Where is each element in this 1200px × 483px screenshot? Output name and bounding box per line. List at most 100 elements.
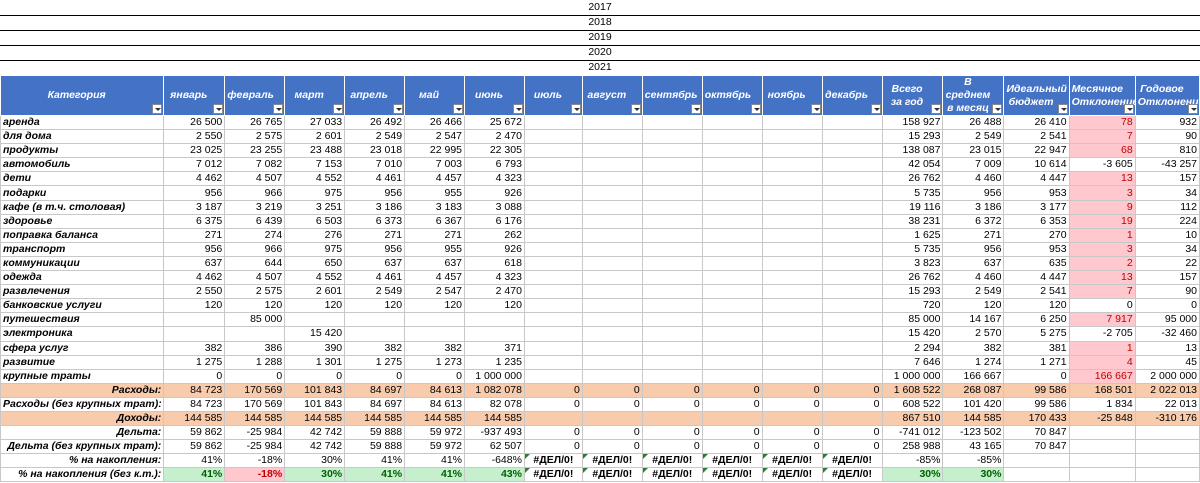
value-cell[interactable]: 650 [284, 255, 346, 272]
value-cell[interactable] [761, 143, 823, 159]
value-cell[interactable] [641, 185, 703, 201]
value-cell[interactable] [641, 284, 703, 300]
value-cell[interactable] [284, 312, 346, 328]
summary-value-cell[interactable]: #ДЕЛ/0! [821, 453, 883, 469]
summary-value-cell[interactable] [581, 410, 643, 427]
value-cell[interactable]: 157 [1134, 270, 1200, 286]
value-cell[interactable] [344, 326, 406, 342]
value-cell[interactable]: 966 [224, 241, 286, 257]
value-cell[interactable]: 26 762 [881, 270, 944, 286]
value-cell[interactable] [581, 340, 643, 356]
summary-value-cell[interactable]: -25 984 [224, 439, 286, 455]
value-cell[interactable]: 4 461 [344, 171, 406, 187]
value-cell[interactable]: 618 [464, 255, 525, 272]
value-cell[interactable]: 90 [1134, 284, 1200, 300]
value-cell[interactable]: 637 [344, 255, 406, 272]
summary-value-cell[interactable]: #ДЕЛ/0! [641, 467, 703, 483]
value-cell[interactable]: 371 [464, 340, 525, 356]
value-cell[interactable]: 6 375 [163, 213, 226, 229]
value-cell[interactable]: 2 470 [464, 129, 525, 145]
value-cell[interactable] [821, 340, 883, 356]
filter-dropdown-icon[interactable] [570, 104, 581, 114]
summary-value-cell[interactable]: 144 585 [344, 410, 406, 427]
value-cell[interactable] [821, 241, 883, 257]
header-apr[interactable]: апрель [344, 75, 406, 116]
category-cell[interactable]: развлечения [0, 284, 165, 300]
value-cell[interactable] [523, 354, 583, 370]
filter-dropdown-icon[interactable] [992, 104, 1003, 114]
value-cell[interactable]: 10 614 [1003, 157, 1070, 173]
summary-value-cell[interactable]: -18% [224, 467, 286, 483]
value-cell[interactable] [523, 340, 583, 356]
value-cell[interactable] [821, 213, 883, 229]
value-cell[interactable]: 956 [344, 185, 406, 201]
value-cell[interactable]: 1 [1068, 227, 1136, 243]
summary-value-cell[interactable]: 1 834 [1068, 396, 1136, 412]
value-cell[interactable]: 271 [942, 227, 1005, 243]
summary-value-cell[interactable]: 0 [641, 396, 703, 412]
value-cell[interactable] [761, 340, 823, 356]
summary-value-cell[interactable]: 59 862 [163, 425, 226, 441]
value-cell[interactable]: 7 010 [344, 157, 406, 173]
value-cell[interactable]: 2 549 [942, 129, 1005, 145]
value-cell[interactable] [701, 312, 763, 328]
value-cell[interactable]: 157 [1134, 171, 1200, 187]
value-cell[interactable] [701, 284, 763, 300]
value-cell[interactable]: 955 [404, 241, 466, 257]
category-cell[interactable]: поправка баланса [0, 227, 165, 243]
value-cell[interactable]: 166 667 [942, 368, 1005, 384]
value-cell[interactable]: 271 [344, 227, 406, 243]
header-category[interactable]: Категория [0, 75, 165, 116]
header-aug[interactable]: август [581, 75, 643, 116]
value-cell[interactable] [701, 241, 763, 257]
summary-value-cell[interactable]: -25 848 [1068, 410, 1136, 427]
value-cell[interactable] [581, 185, 643, 201]
filter-dropdown-icon[interactable] [393, 104, 404, 114]
summary-value-cell[interactable]: 0 [581, 425, 643, 441]
value-cell[interactable]: 3 219 [224, 199, 286, 215]
value-cell[interactable]: 644 [224, 255, 286, 272]
value-cell[interactable] [641, 213, 703, 229]
summary-value-cell[interactable]: 41% [163, 453, 226, 469]
summary-value-cell[interactable]: -310 176 [1134, 410, 1200, 427]
value-cell[interactable] [641, 326, 703, 342]
value-cell[interactable]: 34 [1134, 185, 1200, 201]
value-cell[interactable] [523, 326, 583, 342]
value-cell[interactable]: 15 293 [881, 284, 944, 300]
summary-value-cell[interactable]: 0 [581, 396, 643, 412]
value-cell[interactable]: 26 466 [404, 114, 466, 131]
summary-value-cell[interactable]: 0 [641, 425, 703, 441]
summary-value-cell[interactable] [1134, 453, 1200, 469]
header-feb[interactable]: февраль [224, 75, 286, 116]
header-mdev[interactable]: Месячное Отклонение [1068, 75, 1136, 116]
value-cell[interactable] [821, 284, 883, 300]
value-cell[interactable]: 3 187 [163, 199, 226, 215]
summary-value-cell[interactable]: 0 [701, 396, 763, 412]
filter-dropdown-icon[interactable] [512, 104, 523, 114]
value-cell[interactable] [761, 129, 823, 145]
summary-value-cell[interactable]: 0 [641, 439, 703, 455]
value-cell[interactable]: 386 [224, 340, 286, 356]
value-cell[interactable] [701, 340, 763, 356]
value-cell[interactable]: 635 [1003, 255, 1070, 272]
value-cell[interactable] [641, 270, 703, 286]
value-cell[interactable] [581, 199, 643, 215]
summary-value-cell[interactable]: 0 [523, 425, 583, 441]
value-cell[interactable] [701, 185, 763, 201]
value-cell[interactable]: 926 [464, 241, 525, 257]
summary-value-cell[interactable]: 0 [821, 439, 883, 455]
summary-value-cell[interactable]: 84 697 [344, 382, 406, 398]
summary-value-cell[interactable]: -85% [881, 453, 944, 469]
header-mar[interactable]: март [284, 75, 346, 116]
value-cell[interactable]: 637 [163, 255, 226, 272]
value-cell[interactable]: 15 293 [881, 129, 944, 145]
value-cell[interactable]: 22 [1134, 255, 1200, 272]
header-jun[interactable]: июнь [464, 75, 525, 116]
value-cell[interactable] [701, 199, 763, 215]
value-cell[interactable] [701, 143, 763, 159]
value-cell[interactable]: 138 087 [881, 143, 944, 159]
value-cell[interactable] [344, 312, 406, 328]
value-cell[interactable]: 6 793 [464, 157, 525, 173]
value-cell[interactable]: 224 [1134, 213, 1200, 229]
value-cell[interactable] [761, 185, 823, 201]
